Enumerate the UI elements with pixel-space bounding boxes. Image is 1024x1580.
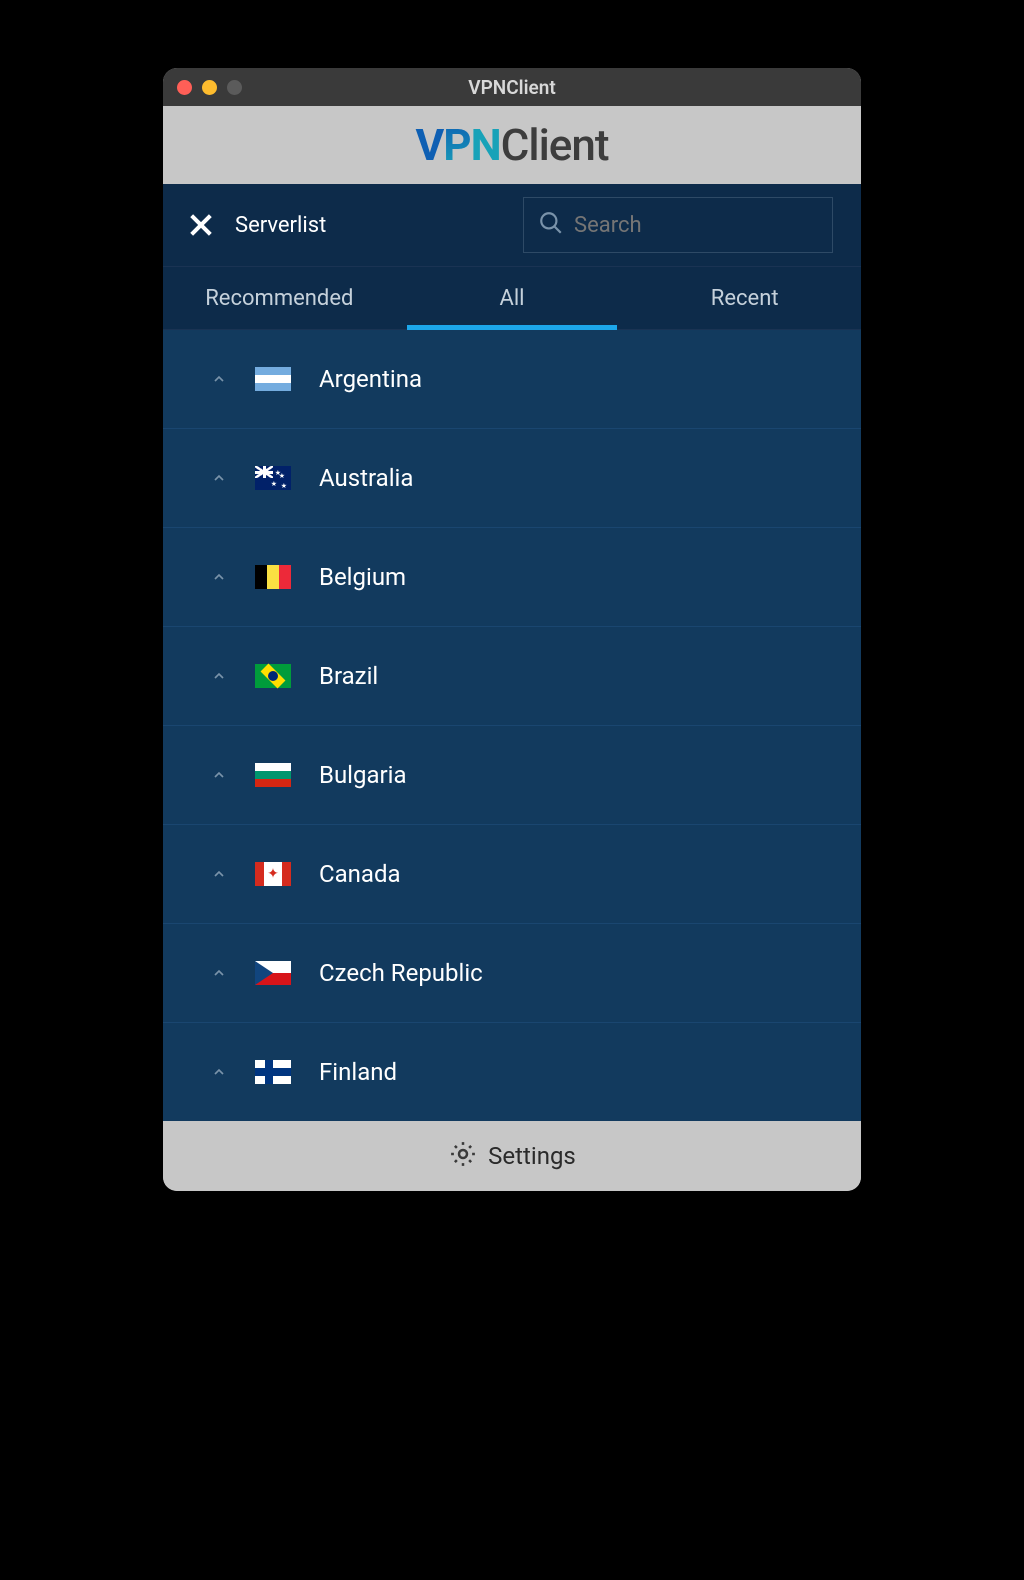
server-topbar: Serverlist: [163, 184, 861, 266]
chevron-up-icon: [211, 668, 227, 684]
tab-all[interactable]: All: [396, 267, 629, 329]
close-window-button[interactable]: [177, 80, 192, 95]
tabs: Recommended All Recent: [163, 266, 861, 330]
flag-bg-icon: [255, 763, 291, 787]
tab-recommended[interactable]: Recommended: [163, 267, 396, 329]
app-window: VPNClient V P N Client Serverlist Recomm…: [163, 68, 861, 1191]
flag-ar-icon: [255, 367, 291, 391]
country-name: Bulgaria: [319, 761, 407, 789]
window-title: VPNClient: [163, 76, 861, 99]
traffic-lights: [177, 80, 242, 95]
search-input[interactable]: [574, 213, 818, 238]
country-name: Argentina: [319, 365, 422, 393]
country-name: Brazil: [319, 662, 378, 690]
settings-button[interactable]: Settings: [163, 1121, 861, 1191]
server-row-ca[interactable]: Canada: [163, 825, 861, 924]
flag-be-icon: [255, 565, 291, 589]
close-serverlist-button[interactable]: [185, 209, 217, 241]
tab-recent[interactable]: Recent: [628, 267, 861, 329]
flag-cz-icon: [255, 961, 291, 985]
serverlist-label: Serverlist: [235, 213, 326, 238]
tab-label: Recommended: [205, 286, 353, 311]
chevron-up-icon: [211, 965, 227, 981]
minimize-window-button[interactable]: [202, 80, 217, 95]
brand-letter-p: P: [443, 119, 470, 171]
flag-ca-icon: [255, 862, 291, 886]
server-row-fi[interactable]: Finland: [163, 1023, 861, 1121]
brand-bar: V P N Client: [163, 106, 861, 184]
brand-letter-v: V: [415, 119, 443, 171]
flag-au-icon: [255, 466, 291, 490]
close-icon: [185, 209, 217, 241]
search-icon: [538, 210, 564, 240]
server-row-cz[interactable]: Czech Republic: [163, 924, 861, 1023]
tab-label: All: [499, 286, 524, 311]
gear-icon: [448, 1139, 478, 1173]
chevron-up-icon: [211, 569, 227, 585]
country-name: Czech Republic: [319, 959, 483, 987]
tab-label: Recent: [711, 286, 779, 311]
country-name: Belgium: [319, 563, 406, 591]
server-row-be[interactable]: Belgium: [163, 528, 861, 627]
chevron-up-icon: [211, 470, 227, 486]
flag-fi-icon: [255, 1060, 291, 1084]
server-row-ar[interactable]: Argentina: [163, 330, 861, 429]
brand-logo: V P N Client: [415, 119, 608, 171]
chevron-up-icon: [211, 371, 227, 387]
server-row-bg[interactable]: Bulgaria: [163, 726, 861, 825]
server-row-br[interactable]: Brazil: [163, 627, 861, 726]
country-name: Australia: [319, 464, 413, 492]
chevron-up-icon: [211, 866, 227, 882]
zoom-window-button[interactable]: [227, 80, 242, 95]
flag-br-icon: [255, 664, 291, 688]
country-name: Finland: [319, 1058, 397, 1086]
chevron-up-icon: [211, 1064, 227, 1080]
titlebar[interactable]: VPNClient: [163, 68, 861, 106]
server-row-au[interactable]: Australia: [163, 429, 861, 528]
brand-letter-n: N: [471, 119, 501, 171]
country-name: Canada: [319, 860, 401, 888]
search-box[interactable]: [523, 197, 833, 253]
server-list[interactable]: Argentina Australia Belgium Brazil Bulgaria C…: [163, 330, 861, 1121]
chevron-up-icon: [211, 767, 227, 783]
brand-word-client: Client: [501, 119, 609, 171]
settings-label: Settings: [488, 1142, 576, 1170]
